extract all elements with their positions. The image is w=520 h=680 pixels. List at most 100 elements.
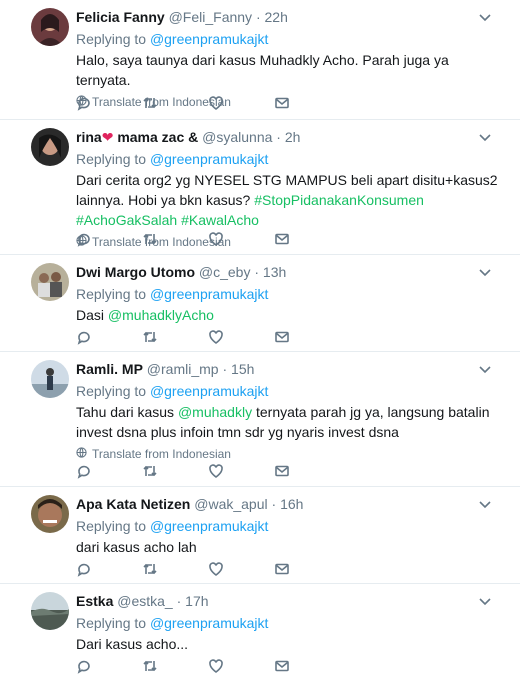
- hashtag-link[interactable]: #AchoGakSalah: [76, 212, 177, 228]
- reply-mention-link[interactable]: @greenpramukajkt: [150, 383, 269, 399]
- display-name[interactable]: Ramli. MP: [76, 361, 143, 377]
- reply-mention-link[interactable]: @greenpramukajkt: [150, 615, 269, 631]
- user-handle[interactable]: @ramli_mp: [147, 361, 219, 377]
- tweet[interactable]: Dwi Margo Utomo @c_eby · 13h Replying to…: [0, 255, 520, 352]
- user-handle[interactable]: @syalunna: [202, 129, 272, 145]
- chevron-down-icon[interactable]: [479, 594, 491, 606]
- avatar[interactable]: [31, 360, 69, 398]
- avatar[interactable]: [31, 495, 69, 533]
- user-handle[interactable]: @Feli_Fanny: [169, 9, 252, 25]
- tweet-text-before: Tahu dari kasus: [76, 404, 175, 420]
- timestamp[interactable]: 16h: [280, 496, 303, 512]
- message-button[interactable]: [274, 561, 340, 577]
- like-button[interactable]: [208, 95, 274, 111]
- chevron-down-icon[interactable]: [479, 497, 491, 509]
- display-name[interactable]: rina: [76, 129, 102, 145]
- replying-to: Replying to @greenpramukajkt: [76, 285, 498, 303]
- heart-icon: [209, 464, 223, 478]
- reply-icon: [77, 331, 90, 345]
- heart-icon: [209, 96, 223, 110]
- timestamp[interactable]: 13h: [263, 264, 286, 280]
- reply-button[interactable]: [76, 95, 142, 111]
- reply-mention-link[interactable]: @greenpramukajkt: [150, 518, 269, 534]
- timestamp[interactable]: 15h: [231, 361, 254, 377]
- mention-link[interactable]: @muhadklyAcho: [108, 307, 214, 323]
- like-button[interactable]: [208, 561, 274, 577]
- chevron-down-icon[interactable]: [479, 130, 491, 142]
- hashtag-link[interactable]: #StopPidanakanKonsumen: [254, 192, 424, 208]
- like-button[interactable]: [208, 329, 274, 345]
- retweet-icon: [143, 465, 157, 477]
- retweet-button[interactable]: [142, 463, 208, 479]
- translate-link[interactable]: Translate from Indonesian: [76, 447, 498, 461]
- timestamp[interactable]: 22h: [265, 9, 288, 25]
- avatar[interactable]: [31, 263, 69, 301]
- tweet[interactable]: rina❤ mama zac & @syalunna · 2h Replying…: [0, 120, 520, 255]
- hashtag-link[interactable]: #KawalAcho: [181, 212, 259, 228]
- retweet-button[interactable]: [142, 329, 208, 345]
- tweet-text-plain: Dasi: [76, 307, 105, 323]
- tweet-text: Tahu dari kasus @muhadkly ternyata parah…: [76, 402, 498, 442]
- replying-prefix: Replying to: [76, 151, 147, 167]
- reply-button[interactable]: [76, 658, 142, 674]
- envelope-icon: [275, 563, 289, 575]
- timestamp[interactable]: 2h: [285, 129, 301, 145]
- message-button[interactable]: [274, 95, 340, 111]
- reply-mention-link[interactable]: @greenpramukajkt: [150, 151, 269, 167]
- tweet[interactable]: Ramli. MP @ramli_mp · 15h Replying to @g…: [0, 352, 520, 487]
- tweet[interactable]: Felicia Fanny @Feli_Fanny · 22h Replying…: [0, 0, 520, 120]
- reply-button[interactable]: [76, 561, 142, 577]
- retweet-button[interactable]: [142, 95, 208, 111]
- chevron-down-icon[interactable]: [479, 10, 491, 22]
- tweet[interactable]: Apa Kata Netizen @wak_apul · 16h Replyin…: [0, 487, 520, 584]
- reply-icon: [77, 465, 90, 479]
- reply-button[interactable]: [76, 231, 142, 247]
- display-name[interactable]: Dwi Margo Utomo: [76, 264, 195, 280]
- translate-label[interactable]: Translate from Indonesian: [92, 447, 231, 461]
- red-heart-emoji: ❤: [101, 129, 114, 145]
- user-handle[interactable]: @c_eby: [199, 264, 251, 280]
- tweet-text: Halo, saya taunya dari kasus Muhadkly Ac…: [76, 52, 449, 88]
- message-button[interactable]: [274, 329, 340, 345]
- display-name[interactable]: Felicia Fanny: [76, 9, 165, 25]
- timestamp[interactable]: 17h: [185, 593, 208, 609]
- avatar[interactable]: [31, 128, 69, 166]
- avatar[interactable]: [31, 592, 69, 630]
- replying-prefix: Replying to: [76, 615, 147, 631]
- message-button[interactable]: [274, 463, 340, 479]
- reply-icon: [77, 233, 90, 247]
- heart-icon: [209, 330, 223, 344]
- reply-button[interactable]: [76, 329, 142, 345]
- tweet[interactable]: Estka @estka_ · 17h Replying to @greenpr…: [0, 584, 520, 680]
- reply-mention-link[interactable]: @greenpramukajkt: [150, 31, 269, 47]
- tweet-text: Dari kasus acho...: [76, 636, 189, 652]
- reply-icon: [77, 97, 90, 111]
- display-name-suffix[interactable]: mama zac &: [117, 129, 198, 145]
- user-handle[interactable]: @wak_apul: [194, 496, 267, 512]
- avatar[interactable]: [31, 8, 69, 46]
- separator-dot: ·: [255, 9, 261, 25]
- replying-prefix: Replying to: [76, 518, 147, 534]
- like-button[interactable]: [208, 231, 274, 247]
- chevron-down-icon[interactable]: [479, 362, 491, 374]
- like-button[interactable]: [208, 463, 274, 479]
- display-name[interactable]: Estka: [76, 593, 113, 609]
- mention-link[interactable]: @muhadkly: [178, 404, 252, 420]
- like-button[interactable]: [208, 658, 274, 674]
- message-button[interactable]: [274, 658, 340, 674]
- retweet-button[interactable]: [142, 231, 208, 247]
- retweet-button[interactable]: [142, 561, 208, 577]
- envelope-icon: [275, 233, 289, 245]
- reply-mention-link[interactable]: @greenpramukajkt: [150, 286, 269, 302]
- message-button[interactable]: [274, 231, 340, 247]
- user-handle[interactable]: @estka_: [117, 593, 172, 609]
- envelope-icon: [275, 331, 289, 343]
- tweet-text: dari kasus acho lah: [76, 539, 197, 555]
- display-name[interactable]: Apa Kata Netizen: [76, 496, 190, 512]
- envelope-icon: [275, 465, 289, 477]
- chevron-down-icon[interactable]: [479, 265, 491, 277]
- retweet-button[interactable]: [142, 658, 208, 674]
- replying-to: Replying to @greenpramukajkt: [76, 614, 498, 632]
- reply-button[interactable]: [76, 463, 142, 479]
- tweet-text: Dasi @muhadklyAcho: [76, 305, 498, 325]
